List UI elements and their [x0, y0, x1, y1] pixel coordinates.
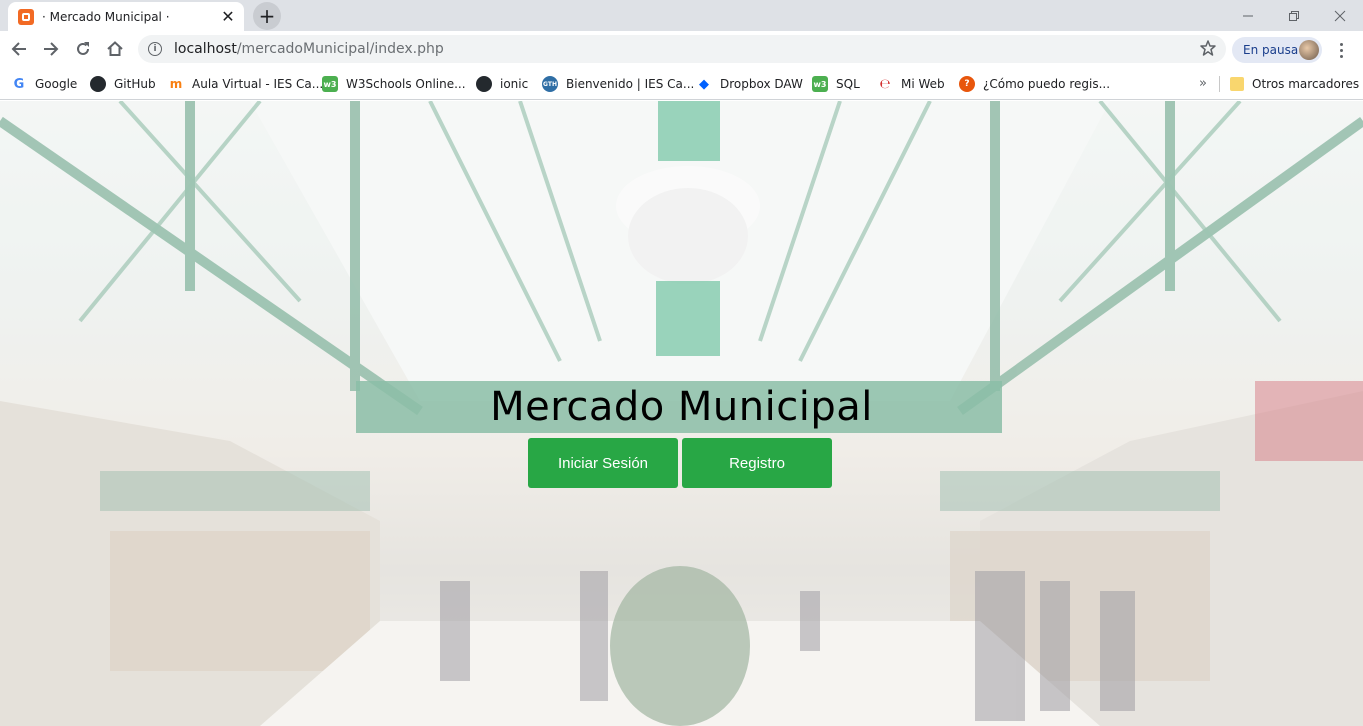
web-icon: ℮ [879, 76, 891, 92]
help-icon: ? [959, 76, 975, 92]
browser-toolbar: i localhost/mercadoMunicipal/index.php E… [0, 31, 1363, 68]
bookmark-label: Otros marcadores [1252, 77, 1360, 91]
minimize-icon[interactable] [1225, 0, 1271, 31]
url-path: /mercadoMunicipal/index.php [236, 41, 444, 57]
xampp-favicon-icon [18, 8, 34, 25]
folder-icon [1230, 77, 1244, 91]
moodle-icon: m [169, 77, 183, 91]
dropbox-icon: ◆ [699, 76, 709, 92]
bookmark-label: Mi Web [901, 77, 945, 91]
bookmark-item[interactable]: w3 W3Schools Online... [322, 74, 466, 94]
forward-arrow-icon[interactable] [37, 35, 65, 63]
browser-tab[interactable]: · Mercado Municipal · ✕ [8, 2, 244, 31]
github-icon [90, 76, 106, 92]
reload-icon[interactable] [69, 35, 97, 63]
bookmark-label: Dropbox DAW [720, 77, 803, 91]
page-viewport: Mercado Municipal Iniciar Sesión Registr… [0, 101, 1363, 726]
bookmark-label: ¿Cómo puedo regis... [983, 77, 1111, 91]
github-icon [476, 76, 492, 92]
bookmark-item[interactable]: ? ¿Cómo puedo regis... [959, 74, 1110, 94]
register-button[interactable]: Registro [682, 438, 832, 488]
tab-strip: · Mercado Municipal · ✕ + [0, 0, 1363, 31]
bookmark-label: Aula Virtual - IES Ca... [192, 77, 324, 91]
bookmark-item[interactable]: GitHub [90, 74, 156, 94]
back-arrow-icon[interactable] [5, 35, 33, 63]
bookmark-item[interactable]: m Aula Virtual - IES Ca... [168, 74, 323, 94]
bookmark-item[interactable]: ℮ Mi Web [877, 74, 945, 94]
home-icon[interactable] [101, 35, 129, 63]
site-info-icon[interactable]: i [148, 42, 162, 56]
bookmark-item[interactable]: ionic [476, 74, 528, 94]
profile-button[interactable]: En pausa [1232, 37, 1322, 63]
bookmark-item[interactable]: GTH Bienvenido | IES Ca... [542, 74, 694, 94]
bookmark-label: ionic [500, 77, 529, 91]
google-icon: G [13, 76, 25, 92]
address-bar[interactable]: i localhost/mercadoMunicipal/index.php [138, 35, 1226, 63]
window-close-icon[interactable] [1317, 0, 1363, 31]
bookmark-star-icon[interactable] [1200, 40, 1216, 60]
bookmark-label: SQL [836, 77, 860, 91]
bookmarks-bar: G Google GitHub m Aula Virtual - IES Ca.… [0, 68, 1363, 100]
bookmark-item[interactable]: w3 SQL [812, 74, 860, 94]
page-title: Mercado Municipal [490, 384, 873, 430]
tab-title: · Mercado Municipal · [42, 9, 170, 24]
new-tab-button[interactable]: + [253, 2, 281, 30]
login-button[interactable]: Iniciar Sesión [528, 438, 678, 488]
bookmark-item[interactable]: ◆ Dropbox DAW [696, 74, 803, 94]
tab-close-icon[interactable]: ✕ [220, 8, 236, 25]
bookmark-label: Google [35, 77, 78, 91]
more-menu-icon[interactable] [1334, 37, 1348, 63]
w3schools-icon: w3 [322, 76, 338, 92]
bookmark-label: Bienvenido | IES Ca... [566, 77, 695, 91]
profile-status-label: En pausa [1243, 43, 1299, 57]
bookmark-label: GitHub [114, 77, 156, 91]
avatar [1299, 40, 1319, 60]
bookmark-item[interactable]: G Google [11, 74, 78, 94]
more-bookmarks-icon[interactable]: » [1199, 76, 1207, 91]
bookmark-label: W3Schools Online... [346, 77, 466, 91]
restore-icon[interactable] [1271, 0, 1317, 31]
other-bookmarks-folder[interactable]: Otros marcadores [1230, 74, 1359, 94]
bookmarks-divider [1219, 76, 1220, 92]
w3schools-icon: w3 [812, 76, 828, 92]
url-host: localhost [174, 41, 237, 57]
ies-icon: GTH [542, 76, 558, 92]
